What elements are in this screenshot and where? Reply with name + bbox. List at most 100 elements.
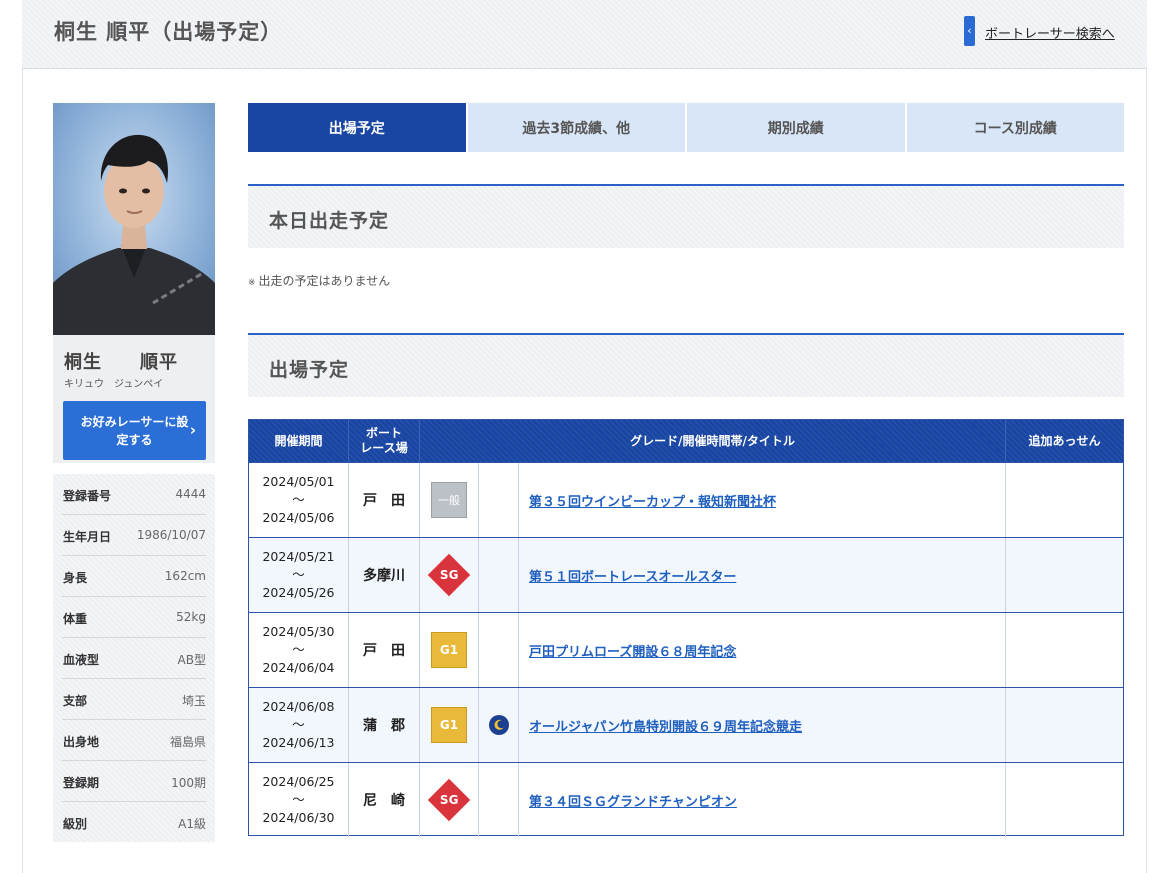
profile-row: 登録期 100期 xyxy=(62,761,206,802)
stadium-cell: 戸 田 xyxy=(349,463,420,537)
profile-label: 生年月日 xyxy=(63,530,112,544)
tab-past-results[interactable]: 過去3節成績、他 xyxy=(467,103,685,152)
grade-ippan-badge: 一般 xyxy=(431,482,467,518)
start-date: 2024/06/25 xyxy=(262,774,335,789)
profile-value: 埼玉 xyxy=(181,694,206,708)
title-cell: 第５１回ボートレースオールスター xyxy=(519,538,1006,612)
schedule-section-header: 出場予定 xyxy=(248,333,1124,397)
race-title-link[interactable]: 第３５回ウインビーカップ・報知新聞社杯 xyxy=(529,491,776,510)
end-date: 2024/06/04 xyxy=(262,660,335,675)
end-date: 2024/06/30 xyxy=(262,810,335,825)
profile-label: 登録番号 xyxy=(63,489,112,503)
profile-label: 体重 xyxy=(63,612,88,626)
profile-label: 出身地 xyxy=(63,735,100,749)
period-cell: 2024/06/08 〜 2024/06/13 xyxy=(249,688,349,762)
start-date: 2024/05/21 xyxy=(262,549,335,564)
start-date: 2024/05/01 xyxy=(262,474,335,489)
racer-search-link[interactable]: ボートレーサー検索へ xyxy=(985,23,1115,42)
profile-label: 登録期 xyxy=(63,776,100,790)
profile-label: 支部 xyxy=(63,694,88,708)
profile-row: 身長 162cm xyxy=(62,556,206,597)
period-cell: 2024/05/21 〜 2024/05/26 xyxy=(249,538,349,612)
profile-value: 162cm xyxy=(164,569,206,583)
add-cell xyxy=(1006,538,1123,612)
profile-value: 4444 xyxy=(175,487,206,501)
profile-row: 体重 52kg xyxy=(62,597,206,638)
period-cell: 2024/05/01 〜 2024/05/06 xyxy=(249,463,349,537)
profile-row: 級別 A1級 xyxy=(62,802,206,843)
schedule-section-title: 出場予定 xyxy=(269,359,350,381)
col-stadium-line2: レース場 xyxy=(360,441,408,455)
end-date: 2024/05/06 xyxy=(262,510,335,525)
racer-name-box: 桐生 順平 キリュウ ジュンペイ お好みレーサーに設定する › xyxy=(53,335,215,463)
add-cell xyxy=(1006,463,1123,537)
grade-cell: G1 xyxy=(420,613,479,687)
grade-g1-badge: G1 xyxy=(431,632,467,668)
add-favorite-label: お好みレーサーに設定する xyxy=(80,414,189,447)
chevron-left-icon[interactable]: ‹ xyxy=(964,16,975,46)
grade-sg-label: SG xyxy=(439,793,459,807)
profile-row: 支部 埼玉 xyxy=(62,679,206,720)
profile-value: 100期 xyxy=(171,776,206,790)
start-date: 2024/06/08 xyxy=(262,699,335,714)
stadium-cell: 多摩川 xyxy=(349,538,420,612)
stadium-cell: 尼 崎 xyxy=(349,763,420,837)
profile-value: 1986/10/07 xyxy=(136,528,206,542)
profile-row: 出身地 福島県 xyxy=(62,720,206,761)
grade-sg-label: SG xyxy=(439,568,459,582)
tab-bar: 出場予定 過去3節成績、他 期別成績 コース別成績 xyxy=(248,103,1124,152)
table-row: 2024/06/08 〜 2024/06/13 蒲 郡 G1 オールジャパン竹島特別… xyxy=(249,687,1123,762)
grade-sg-badge: SG xyxy=(427,778,471,822)
no-race-text: 出走の予定はありません xyxy=(258,274,391,288)
add-favorite-button[interactable]: お好みレーサーに設定する › xyxy=(63,401,206,460)
profile-label: 身長 xyxy=(63,571,88,585)
racer-portrait-image xyxy=(53,103,215,335)
race-title-link[interactable]: オールジャパン竹島特別開設６９周年記念競走 xyxy=(529,716,802,735)
stadium-cell: 戸 田 xyxy=(349,613,420,687)
note-mark: ※ xyxy=(248,278,256,288)
profile-row: 登録番号 4444 xyxy=(62,474,206,515)
race-title-link[interactable]: 第５１回ボートレースオールスター xyxy=(529,566,736,585)
col-period: 開催期間 xyxy=(249,420,349,462)
profile-label: 級別 xyxy=(63,817,88,831)
time-cell xyxy=(479,463,519,537)
time-cell xyxy=(479,688,519,762)
race-title-link[interactable]: 第３４回ＳＧグランドチャンピオン xyxy=(529,791,737,810)
title-cell: 第３４回ＳＧグランドチャンピオン xyxy=(519,763,1006,837)
grade-sg-badge: SG xyxy=(427,553,471,597)
time-cell xyxy=(479,538,519,612)
profile-value: A1級 xyxy=(178,817,206,831)
race-title-link[interactable]: 戸田プリムローズ開設６８周年記念 xyxy=(529,641,736,660)
table-header: 開催期間 ボート レース場 グレード/開催時間帯/タイトル 追加あっせん xyxy=(249,420,1123,462)
racer-photo xyxy=(53,103,215,335)
end-date: 2024/06/13 xyxy=(262,735,335,750)
moon-icon-glyph xyxy=(494,719,504,730)
grade-cell: 一般 xyxy=(420,463,479,537)
profile-row: 生年月日 1986/10/07 xyxy=(62,515,206,556)
today-section-title: 本日出走予定 xyxy=(269,210,390,232)
profile-label: 血液型 xyxy=(63,653,100,667)
profile-row: 血液型 AB型 xyxy=(62,638,206,679)
tab-schedule[interactable]: 出場予定 xyxy=(248,103,466,152)
date-separator: 〜 xyxy=(292,492,305,507)
col-stadium-line1: ボート xyxy=(365,426,402,440)
grade-cell: SG xyxy=(420,763,479,837)
grade-g1-badge: G1 xyxy=(431,707,467,743)
title-cell: オールジャパン竹島特別開設６９周年記念競走 xyxy=(519,688,1006,762)
col-stadium: ボート レース場 xyxy=(349,420,420,462)
col-title: グレード/開催時間帯/タイトル xyxy=(420,420,1006,462)
date-separator: 〜 xyxy=(292,567,305,582)
col-add: 追加あっせん xyxy=(1028,433,1101,448)
period-cell: 2024/06/25 〜 2024/06/30 xyxy=(249,763,349,837)
add-cell xyxy=(1006,763,1123,837)
add-cell xyxy=(1006,688,1123,762)
racer-name: 桐生 順平 xyxy=(64,352,178,373)
tab-course-results[interactable]: コース別成績 xyxy=(906,103,1124,152)
profile-table: 登録番号 4444 生年月日 1986/10/07 身長 162cm 体重 52kg 血… xyxy=(53,474,215,842)
add-cell xyxy=(1006,613,1123,687)
table-row: 2024/06/25 〜 2024/06/30 尼 崎 SG 第３４回ＳＧグランドチ… xyxy=(249,762,1123,837)
tab-term-results[interactable]: 期別成績 xyxy=(687,103,905,152)
profile-value: AB型 xyxy=(177,653,206,667)
date-separator: 〜 xyxy=(292,642,305,657)
date-separator: 〜 xyxy=(292,717,305,732)
